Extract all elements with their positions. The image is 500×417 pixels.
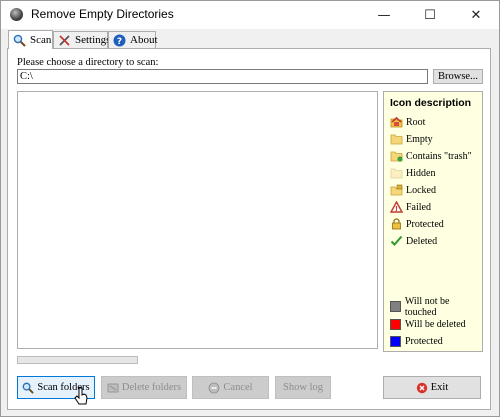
swatch-label-protected: Protected — [405, 336, 443, 347]
tab-scan[interactable]: Scan — [8, 30, 53, 49]
legend-item-trash: Contains "trash" — [390, 149, 472, 163]
cancel-label: Cancel — [223, 382, 253, 393]
swatch-row-protected: Protected — [390, 335, 443, 348]
tab-settings-label: Settings — [75, 34, 111, 46]
exit-icon — [416, 382, 428, 394]
icon-legend-panel: Icon description Root Empty Contains "tr… — [383, 91, 483, 352]
tools-icon — [58, 34, 71, 47]
legend-label-protected: Protected — [406, 218, 444, 230]
legend-item-deleted: Deleted — [390, 234, 437, 248]
swatch-label-untouched: Will not be touched — [404, 295, 450, 318]
legend-item-hidden: Hidden — [390, 166, 435, 180]
tab-scan-label: Scan — [30, 34, 52, 46]
close-button[interactable]: ✕ — [453, 1, 499, 29]
browse-button[interactable]: Browse... — [433, 69, 483, 84]
maximize-button[interactable]: ☐ — [407, 1, 453, 29]
swatch-row-deleted: Will be deleted — [390, 318, 466, 331]
legend-item-locked: Locked — [390, 183, 436, 197]
legend-label-locked: Locked — [406, 184, 436, 196]
legend-title: Icon description — [390, 97, 472, 109]
app-icon — [10, 8, 23, 21]
legend-label-deleted: Deleted — [406, 235, 438, 247]
magnifier-icon — [13, 34, 26, 47]
legend-label-trash: Contains "trash" — [406, 150, 472, 162]
directory-label: Please choose a directory to scan: — [17, 57, 159, 68]
tab-about[interactable]: ? About — [108, 31, 158, 48]
legend-item-failed: ! Failed — [390, 200, 431, 214]
root-folder-icon — [390, 116, 403, 128]
minimize-button[interactable]: — — [361, 1, 407, 29]
blue-swatch — [390, 336, 401, 347]
legend-label-root: Root — [406, 116, 426, 128]
protected-lock-icon — [390, 218, 403, 230]
warning-icon: ! — [390, 201, 403, 213]
empty-folder-icon — [390, 133, 403, 145]
help-icon: ? — [113, 34, 126, 47]
legend-item-empty: Empty — [390, 132, 433, 146]
window-title: Remove Empty Directories — [31, 7, 174, 21]
delete-folders-label: Delete folders — [121, 382, 182, 393]
folder-tree-view[interactable] — [17, 91, 378, 349]
red-swatch — [390, 319, 401, 330]
show-log-label: Show log — [283, 382, 323, 393]
cancel-button[interactable]: Cancel — [192, 376, 269, 399]
swatch-label-deleted: Will be deleted — [405, 319, 466, 330]
title-bar: Remove Empty Directories — ☐ ✕ — [1, 1, 499, 29]
delete-folders-icon — [107, 382, 119, 394]
svg-text:!: ! — [395, 205, 398, 213]
checkmark-icon — [390, 235, 403, 247]
legend-item-protected: Protected — [390, 217, 444, 231]
legend-item-root: Root — [390, 115, 425, 129]
legend-label-empty: Empty — [406, 133, 433, 145]
locked-folder-icon — [390, 184, 403, 196]
cancel-icon — [208, 382, 220, 394]
swatch-row-untouched: Will not be touched — [390, 296, 482, 318]
tab-settings[interactable]: Settings — [53, 31, 111, 48]
app-window: Remove Empty Directories — ☐ ✕ Scan Sett… — [0, 0, 500, 417]
trash-folder-icon — [390, 150, 403, 162]
gray-swatch — [390, 301, 401, 312]
scan-progress-bar — [17, 356, 138, 364]
delete-folders-button[interactable]: Delete folders — [101, 376, 187, 399]
show-log-button[interactable]: Show log — [275, 376, 331, 399]
magnifier-icon — [22, 382, 35, 394]
hidden-folder-icon — [390, 167, 403, 179]
svg-text:?: ? — [117, 37, 122, 47]
directory-input[interactable]: C:\ — [17, 69, 428, 84]
legend-label-failed: Failed — [406, 201, 431, 213]
mouse-cursor-icon — [74, 387, 88, 408]
legend-label-hidden: Hidden — [406, 167, 436, 179]
exit-label: Exit — [430, 382, 449, 393]
exit-button[interactable]: Exit — [383, 376, 481, 399]
tab-about-label: About — [130, 34, 158, 46]
